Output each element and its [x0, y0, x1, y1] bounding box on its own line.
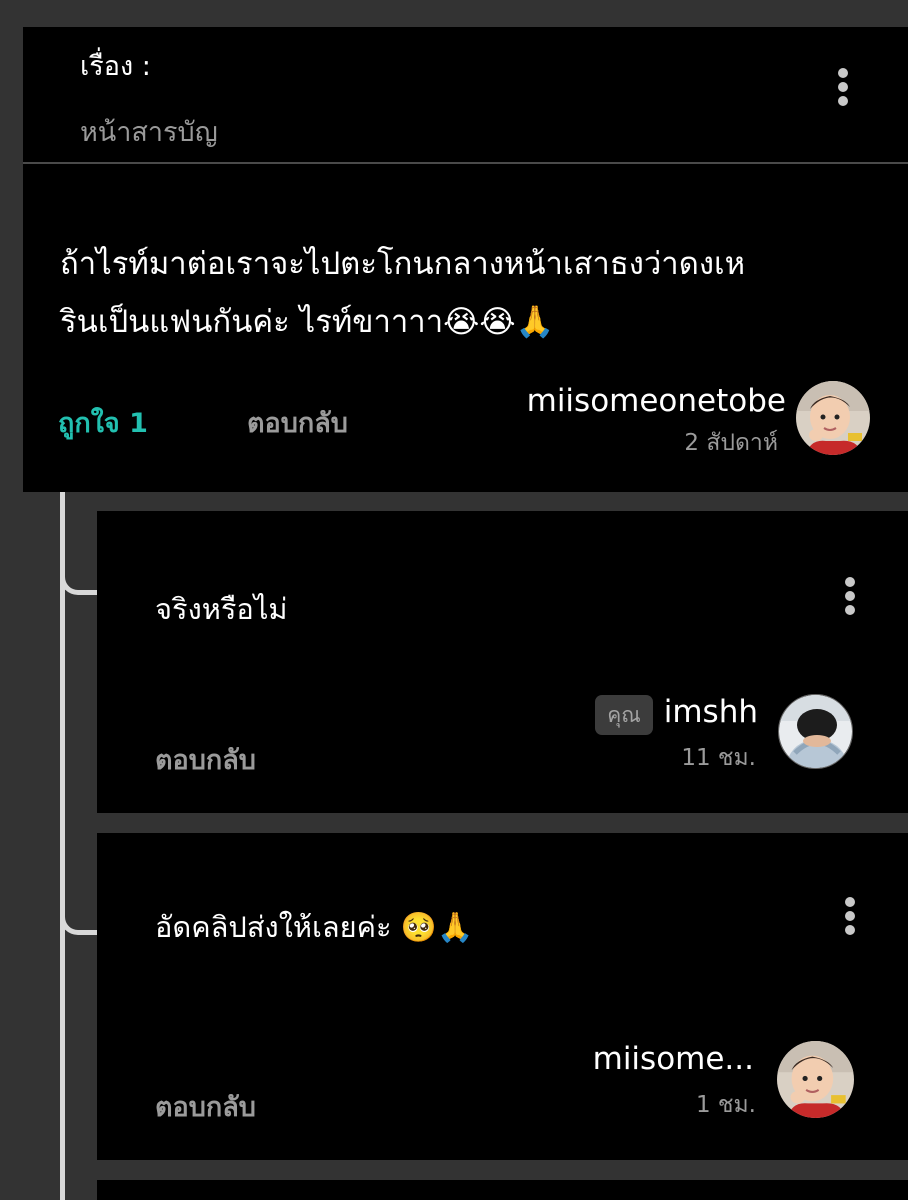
you-badge: คุณ [595, 695, 653, 735]
comment-timestamp: 2 สัปดาห์ [684, 430, 778, 456]
reply-author[interactable]: miisome... [593, 1041, 754, 1077]
reply-text: อัดคลิปส่งให้เลยค่ะ 🥺🙏 [155, 910, 474, 944]
person-hiding-face-avatar-icon[interactable] [778, 694, 853, 769]
thread-branch [60, 895, 98, 935]
comment-text-line-1: ถ้าไรท์มาต่อเราจะไปตะโกนกลางหน้าเสาธงว่า… [60, 246, 746, 282]
like-button[interactable]: ถูกใจ 1 [58, 401, 148, 444]
reply-timestamp: 1 ชม. [695, 1092, 756, 1118]
child-avatar-icon[interactable] [777, 1041, 854, 1118]
more-options-icon[interactable] [843, 897, 857, 935]
comment-text-line-2: รินเป็นแฟนกันค่ะ ไรท์ขาาาา😭😭🙏 [60, 304, 555, 340]
reply-text: จริงหรือไม่ [155, 592, 288, 626]
reply-button[interactable]: ตอบกลับ [155, 1085, 256, 1128]
reply-author[interactable]: imshh [664, 694, 758, 730]
reply-button[interactable]: ตอบกลับ [247, 401, 348, 444]
thread-line [60, 492, 65, 1200]
thread-branch [60, 555, 98, 595]
reply-timestamp: 11 ชม. [681, 745, 756, 771]
child-avatar-icon[interactable] [796, 381, 870, 455]
reply-card [97, 1180, 908, 1200]
reply-button[interactable]: ตอบกลับ [155, 738, 256, 781]
more-options-icon[interactable] [843, 577, 857, 615]
comment-author[interactable]: miisomeonetobe [527, 383, 786, 419]
topic-label: เรื่อง : [80, 51, 151, 82]
more-options-icon[interactable] [836, 68, 850, 106]
topic-value[interactable]: หน้าสารบัญ [80, 110, 218, 153]
